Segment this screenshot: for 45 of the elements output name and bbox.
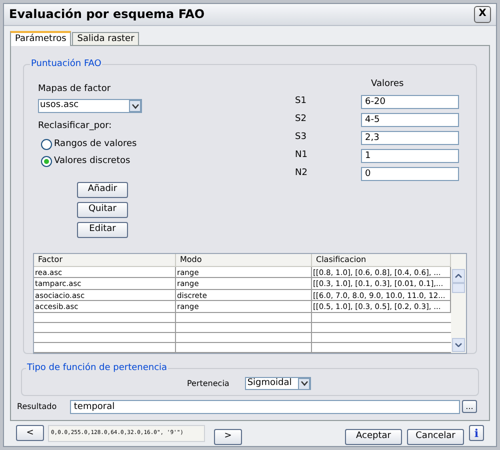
browse-button[interactable]: ...: [462, 400, 477, 414]
value-label: N1: [295, 149, 308, 162]
value-label: S3: [295, 131, 308, 144]
value-label: S2: [295, 113, 308, 126]
scrollbar[interactable]: [451, 254, 466, 353]
info-button[interactable]: i: [469, 425, 484, 442]
value-field[interactable]: 1: [361, 149, 459, 164]
scroll-up-icon[interactable]: [452, 268, 465, 283]
value-field[interactable]: 0: [361, 167, 459, 182]
values-heading: Valores: [371, 78, 405, 91]
radio-label: Rangos de valores: [54, 138, 137, 151]
dropdown-button[interactable]: [129, 100, 141, 112]
dialog-button[interactable]: Cancelar: [407, 428, 464, 445]
tab[interactable]: Parámetros: [10, 30, 72, 46]
column-header[interactable]: Factor: [34, 254, 176, 266]
scroll-thumb[interactable]: [452, 282, 465, 293]
column-header[interactable]: Modo: [176, 254, 312, 266]
window-title: Evaluación por esquema FAO: [9, 6, 205, 24]
dialog-button[interactable]: Aceptar: [345, 428, 402, 445]
radio-label: Valores discretos: [54, 155, 130, 168]
factor-map-dropdown[interactable]: usos.asc: [38, 99, 142, 114]
value-field[interactable]: 4-5: [361, 113, 459, 128]
caret-icon: [300, 381, 308, 386]
membership-dropdown[interactable]: Sigmoidal: [245, 377, 312, 390]
tab[interactable]: Salida raster: [72, 32, 140, 45]
close-button[interactable]: X: [474, 6, 491, 23]
result-field[interactable]: temporal: [70, 400, 460, 414]
field-label: Reclasificar_por:: [38, 120, 113, 134]
field-label: Pertenecia: [187, 378, 230, 390]
action-button[interactable]: Quitar: [77, 202, 128, 218]
value-label: N2: [295, 167, 308, 180]
radio-button[interactable]: [41, 156, 52, 168]
value-field[interactable]: 2,3: [361, 131, 459, 146]
scroll-down-icon[interactable]: [452, 338, 465, 352]
action-button[interactable]: Editar: [77, 222, 128, 238]
action-button[interactable]: Añadir: [77, 182, 128, 198]
dropdown-button[interactable]: [298, 378, 310, 390]
field-label: Mapas de factor: [38, 82, 112, 96]
value-label: S1: [295, 95, 308, 108]
caret-icon: [132, 104, 138, 109]
radio-button[interactable]: [41, 138, 52, 150]
field-label: Resultado: [17, 400, 58, 413]
value-field[interactable]: 6-20: [361, 95, 459, 110]
previous-button[interactable]: <: [16, 425, 44, 442]
next-button[interactable]: >: [214, 428, 242, 445]
